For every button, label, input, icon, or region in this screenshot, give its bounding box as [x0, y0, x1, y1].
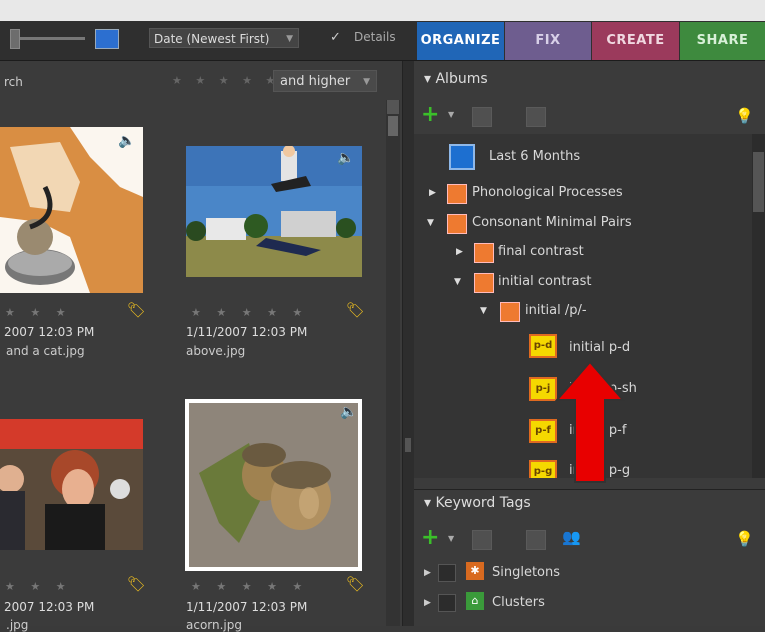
album-item[interactable]: initial p-d — [569, 337, 630, 359]
tag-icon: 🏷 — [346, 301, 366, 319]
photo-rating[interactable]: ★ ★ ★ ★ ★ — [191, 580, 308, 593]
collapse-arrow-icon[interactable]: ▼ — [454, 277, 464, 287]
photo-filename: acorn.jpg — [186, 618, 243, 632]
photo-thumbnail-selected[interactable] — [185, 399, 362, 571]
photo-rating[interactable]: ★ ★ ★ — [5, 306, 72, 319]
photo-thumbnail[interactable] — [186, 146, 362, 277]
tab-organize[interactable]: ORGANIZE — [417, 22, 504, 60]
keyword-category-icon: ✱ — [466, 562, 484, 580]
album-icon: p-g — [529, 460, 557, 478]
dog-cat-photo — [0, 127, 143, 293]
acorn-photo — [189, 403, 358, 567]
keyword-category-icon: ⌂ — [466, 592, 484, 610]
keyword-checkbox[interactable] — [438, 564, 456, 582]
keyword-checkbox[interactable] — [438, 594, 456, 612]
photo-rating[interactable]: ★ ★ ★ — [5, 580, 72, 593]
sort-order-select[interactable]: Date (Newest First) ▼ — [149, 28, 299, 48]
collapse-arrow-icon[interactable]: ▼ — [480, 306, 490, 316]
tag-icon: 🏷 — [127, 575, 147, 593]
sort-order-label: Date (Newest First) — [154, 32, 270, 46]
red-annotation-arrow-icon — [555, 360, 625, 483]
photo-rating[interactable]: ★ ★ ★ ★ ★ — [191, 306, 308, 319]
collapse-arrow-icon[interactable]: ▼ — [427, 218, 437, 228]
tab-share[interactable]: SHARE — [680, 22, 765, 60]
new-tag-plus-icon[interactable]: + — [421, 527, 439, 549]
expand-arrow-icon[interactable]: ▶ — [424, 598, 431, 608]
keyword-item[interactable]: Singletons — [492, 562, 560, 584]
photo-date: 2007 12:03 PM — [4, 600, 95, 614]
details-label: Details — [354, 30, 396, 44]
expand-arrow-icon[interactable]: ▶ — [429, 188, 439, 198]
smart-album-icon — [449, 144, 475, 170]
keyword-tags-title: Keyword Tags — [435, 495, 531, 511]
chevron-down-icon: ▼ — [363, 77, 370, 87]
window-top-strip — [0, 0, 765, 21]
edit-album-icon[interactable] — [526, 107, 546, 127]
new-album-plus-icon[interactable]: + — [421, 104, 439, 126]
photo-filename: above.jpg — [186, 344, 246, 358]
photo-date: 1/11/2007 12:03 PM — [186, 325, 308, 339]
chevron-down-icon: ▼ — [286, 34, 293, 44]
people-photo — [0, 419, 143, 550]
expand-arrow-icon[interactable]: ▶ — [456, 247, 466, 257]
album-item[interactable]: Last 6 Months — [489, 146, 580, 168]
tag-icon: 🏷 — [127, 301, 147, 319]
photo-date: 1/11/2007 12:03 PM — [186, 600, 308, 614]
album-category-icon — [500, 302, 520, 322]
tip-bulb-icon[interactable]: 💡 — [735, 530, 754, 548]
chevron-down-icon[interactable]: ▼ — [448, 534, 454, 543]
audio-icon: 🔈 — [337, 150, 355, 166]
album-icon: p-f — [529, 419, 557, 443]
thumbnail-size-slider[interactable] — [10, 37, 85, 40]
audio-icon: 🔈 — [118, 133, 136, 149]
expand-arrow-icon[interactable]: ▶ — [424, 568, 431, 578]
search-label: rch — [4, 75, 23, 89]
rating-filter-stars[interactable]: ★ ★ ★ ★ ★ — [172, 74, 280, 87]
keyword-item[interactable]: Clusters — [492, 592, 545, 614]
edit-tag-icon[interactable] — [526, 530, 546, 550]
collapse-arrow-icon[interactable]: ▾ — [424, 71, 435, 87]
scroll-thumb[interactable] — [753, 152, 764, 212]
rating-filter-label: and higher — [280, 74, 351, 89]
keyword-tags-header[interactable]: ▾ Keyword Tags — [414, 489, 765, 515]
collapse-arrow-icon[interactable]: ▾ — [424, 495, 435, 511]
album-icon: p-d — [529, 334, 557, 358]
slider-handle[interactable] — [10, 29, 20, 49]
album-item[interactable]: Phonological Processes — [472, 182, 623, 204]
delete-trash-icon[interactable] — [472, 530, 492, 550]
photo-thumbnail[interactable] — [0, 419, 143, 550]
details-checkbox[interactable]: ✓ — [330, 30, 341, 45]
album-item[interactable]: initial contrast — [498, 271, 592, 293]
tip-bulb-icon[interactable]: 💡 — [735, 107, 754, 125]
tab-create[interactable]: CREATE — [592, 22, 679, 60]
jump-photo — [186, 146, 362, 277]
photo-filename: .jpg — [6, 618, 29, 632]
splitter-grip[interactable] — [405, 438, 411, 452]
tag-people-icon[interactable]: 👥 — [562, 528, 581, 546]
delete-trash-icon[interactable] — [472, 107, 492, 127]
single-photo-view-icon[interactable] — [95, 29, 119, 49]
tag-icon: 🏷 — [346, 575, 366, 593]
albums-title: Albums — [435, 71, 488, 87]
album-item[interactable]: Consonant Minimal Pairs — [472, 212, 632, 234]
album-item[interactable]: initial /p/- — [525, 300, 587, 322]
photo-thumbnail[interactable] — [0, 127, 143, 293]
album-category-icon — [474, 273, 494, 293]
audio-icon: 🔈 — [340, 404, 358, 420]
album-category-icon — [474, 243, 494, 263]
chevron-down-icon[interactable]: ▼ — [448, 110, 454, 119]
tab-fix[interactable]: FIX — [505, 22, 591, 60]
scroll-up-button[interactable] — [387, 100, 399, 114]
album-item[interactable]: final contrast — [498, 241, 584, 263]
browser-scrollbar[interactable] — [386, 100, 400, 626]
albums-header[interactable]: ▾ Albums — [414, 66, 765, 92]
album-category-icon — [447, 184, 467, 204]
rating-filter-select[interactable]: and higher ▼ — [273, 70, 377, 92]
photo-filename: and a cat.jpg — [6, 344, 85, 358]
album-category-icon — [447, 214, 467, 234]
scroll-thumb[interactable] — [388, 116, 398, 136]
photo-date: 2007 12:03 PM — [4, 325, 95, 339]
album-icon: p-j — [529, 377, 557, 401]
